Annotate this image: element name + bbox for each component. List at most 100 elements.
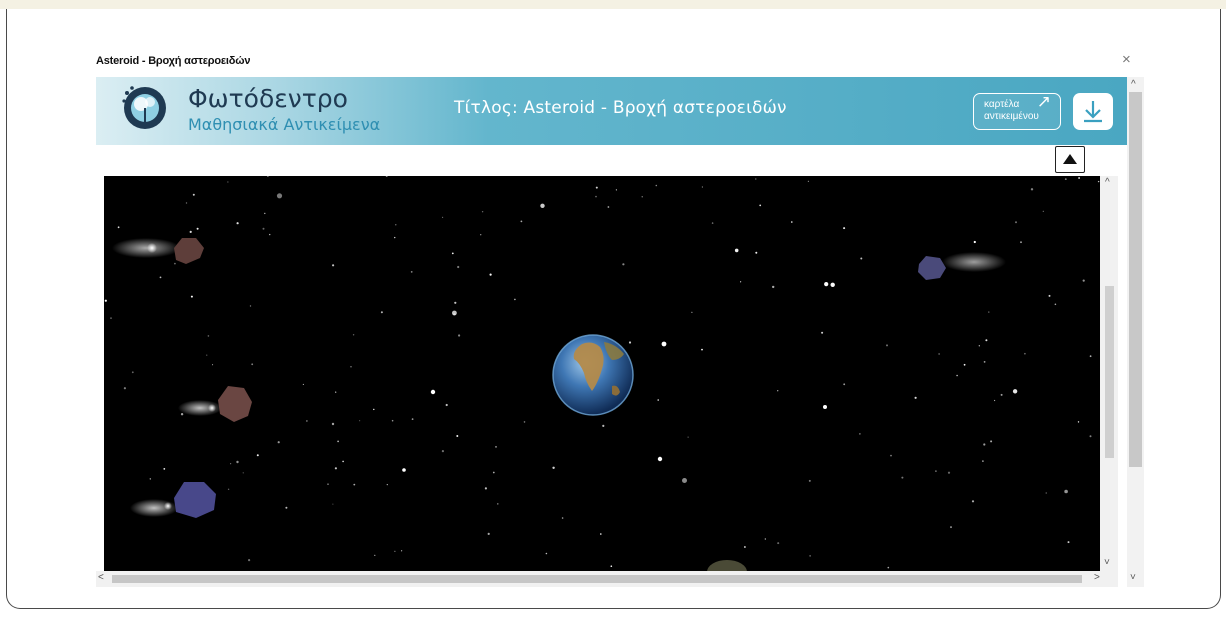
asteroid-simulation-canvas[interactable]: [104, 176, 1100, 571]
star: [615, 189, 617, 191]
star: [886, 344, 888, 347]
star: [860, 257, 863, 260]
collapse-banner-button[interactable]: [1055, 146, 1085, 173]
asteroid-bottom-center[interactable]: [707, 560, 747, 571]
star: [1067, 541, 1070, 544]
star: [843, 227, 846, 230]
dialog-scroll-up-icon[interactable]: ^: [1131, 79, 1136, 90]
star: [256, 454, 259, 457]
canvas-scroll-down-icon[interactable]: ˅: [1104, 557, 1110, 568]
space-scene[interactable]: [104, 176, 1100, 571]
star: [230, 463, 232, 465]
star: [352, 334, 355, 336]
star: [821, 331, 824, 334]
object-tab-button[interactable]: καρτέλα αντικειμένου ↗: [973, 93, 1061, 130]
star: [353, 483, 356, 486]
canvas-scroll-left-icon[interactable]: <: [98, 572, 104, 583]
star: [764, 538, 766, 540]
canvas-hscroll-thumb[interactable]: [112, 575, 1082, 583]
star: [452, 310, 457, 316]
star: [373, 408, 375, 411]
star: [595, 195, 597, 198]
star: [327, 483, 329, 485]
star: [622, 263, 625, 266]
star: [451, 252, 454, 255]
star: [332, 264, 335, 267]
dialog-scroll-thumb[interactable]: [1129, 92, 1142, 467]
star: [682, 478, 687, 483]
star: [395, 224, 397, 226]
star: [236, 222, 239, 225]
bright-star: [430, 389, 436, 395]
asteroid-middle-left[interactable]: [178, 386, 252, 422]
star: [830, 282, 835, 287]
star: [163, 468, 166, 470]
star: [963, 363, 966, 366]
star: [385, 176, 388, 177]
photodentro-banner: Φωτόδεντρο Μαθησιακά Αντικείμενα Τίτλος:…: [96, 77, 1127, 145]
star: [1045, 492, 1047, 494]
star: [740, 281, 742, 283]
star: [607, 206, 610, 208]
star: [759, 204, 762, 207]
star: [269, 233, 271, 236]
close-icon[interactable]: ×: [1122, 52, 1131, 67]
star: [242, 472, 244, 474]
star: [391, 419, 394, 422]
dialog-scroll-down-icon[interactable]: ˅: [1130, 572, 1136, 583]
download-button[interactable]: [1073, 93, 1113, 130]
star: [497, 503, 499, 505]
star: [454, 301, 457, 304]
external-arrow-icon: ↗: [1036, 92, 1051, 111]
star: [206, 354, 208, 356]
star: [302, 383, 304, 385]
canvas-scroll-thumb[interactable]: [1105, 286, 1114, 458]
bright-star: [402, 468, 406, 472]
star: [306, 420, 308, 422]
star: [973, 240, 976, 244]
star: [192, 193, 195, 196]
star: [950, 526, 952, 529]
star: [540, 203, 545, 208]
star: [982, 460, 984, 462]
star: [1078, 177, 1080, 179]
canvas-horizontal-scrollbar[interactable]: [96, 571, 1118, 587]
star: [985, 339, 988, 342]
dialog-vertical-scrollbar[interactable]: [1127, 77, 1144, 587]
canvas-vertical-scrollbar[interactable]: [1100, 176, 1118, 571]
star: [394, 550, 396, 552]
star: [180, 413, 184, 416]
star: [394, 236, 396, 239]
star: [386, 484, 388, 486]
star: [552, 466, 555, 469]
asteroid-top-right[interactable]: [918, 252, 1006, 280]
star: [489, 273, 492, 276]
star: [755, 251, 758, 254]
star: [701, 348, 703, 351]
asteroid-bottom-left[interactable]: [130, 482, 216, 518]
star: [267, 176, 269, 177]
star: [190, 295, 193, 298]
star: [777, 542, 780, 545]
star: [249, 305, 252, 307]
earth[interactable]: [552, 334, 634, 416]
star: [657, 399, 659, 401]
star: [131, 371, 134, 374]
star: [545, 552, 548, 555]
canvas-scroll-right-icon[interactable]: >: [1094, 572, 1100, 583]
asteroid-top-left[interactable]: [112, 238, 204, 264]
star: [374, 554, 376, 556]
star: [807, 180, 810, 182]
brand-name[interactable]: Φωτόδεντρο: [188, 84, 348, 113]
canvas-scroll-up-icon[interactable]: ^: [1105, 177, 1110, 188]
star: [610, 565, 613, 567]
star: [947, 471, 951, 474]
star: [442, 216, 444, 218]
star: [938, 353, 940, 355]
star: [687, 436, 689, 438]
star: [641, 196, 643, 198]
star: [523, 421, 526, 423]
star: [1042, 210, 1044, 212]
star: [458, 334, 461, 337]
star: [1000, 393, 1003, 396]
